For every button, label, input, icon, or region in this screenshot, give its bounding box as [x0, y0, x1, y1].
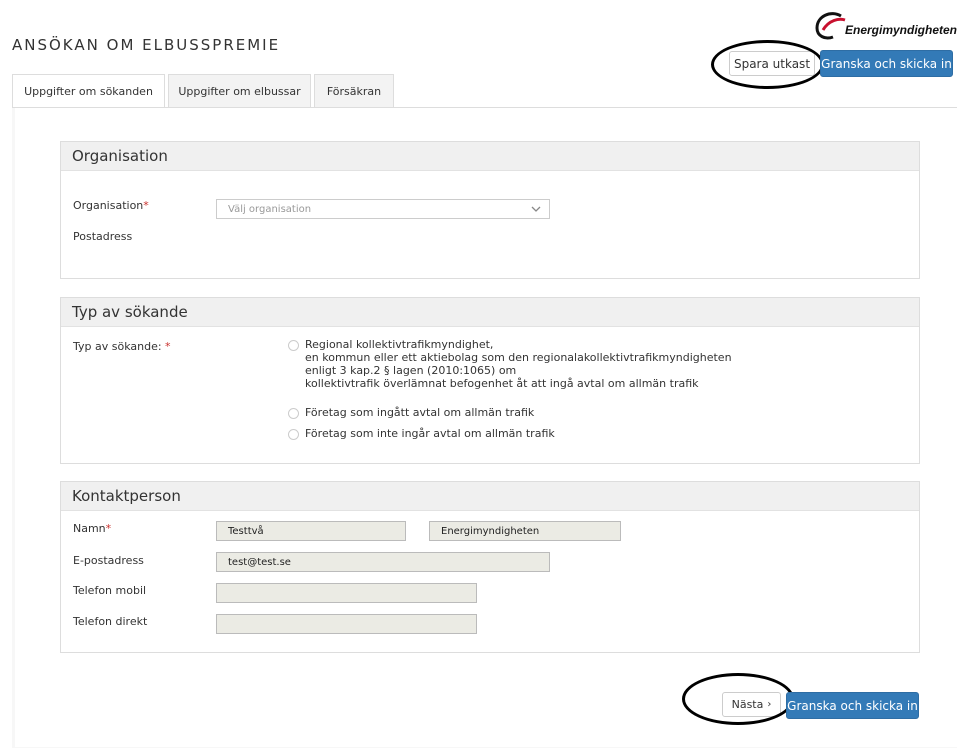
required-marker: *	[143, 199, 149, 212]
first-name-input[interactable]: Testtvå	[216, 521, 406, 541]
email-label: E-postadress	[73, 554, 144, 567]
name-label: Namn*	[73, 522, 111, 535]
contact-heading: Kontaktperson	[61, 482, 919, 511]
tab-label: Uppgifter om elbussar	[178, 84, 301, 98]
organisation-select[interactable]: Välj organisation	[216, 199, 550, 219]
tab-applicant-info[interactable]: Uppgifter om sökanden	[12, 74, 165, 108]
postal-address-label: Postadress	[73, 230, 133, 243]
organisation-label: Organisation*	[73, 199, 149, 212]
review-submit-button-bottom[interactable]: Granska och skicka in	[786, 692, 919, 719]
option-line: kollektivtrafik överlämnat befogenhet åt…	[305, 377, 699, 390]
applicant-type-label-text: Typ av sökande:	[73, 340, 166, 353]
next-button-label: Nästa	[731, 698, 764, 711]
tab-label: Uppgifter om sökanden	[24, 85, 153, 98]
tab-label: Försäkran	[326, 84, 382, 98]
radio-regional-authority[interactable]	[288, 340, 299, 351]
radio-company-without-agreement[interactable]	[288, 429, 299, 440]
direct-phone-label: Telefon direkt	[73, 615, 148, 628]
organisation-select-placeholder: Välj organisation	[228, 203, 312, 215]
option-line: en kommun eller ett aktiebolag som den r…	[305, 351, 732, 364]
applicant-type-heading: Typ av sökande	[61, 298, 919, 327]
next-button[interactable]: Nästa ›	[722, 692, 781, 717]
mobile-phone-input[interactable]	[216, 583, 477, 603]
page-title: ANSÖKAN OM ELBUSSPREMIE	[12, 36, 281, 54]
radio-regional-authority-label: Regional kollektivtrafikmyndighet, en ko…	[305, 338, 732, 390]
organisation-heading: Organisation	[61, 142, 919, 171]
energimyndigheten-logo: Energimyndigheten	[813, 10, 957, 44]
save-draft-label: Spara utkast	[733, 56, 811, 71]
chevron-right-icon: ›	[767, 699, 772, 710]
save-draft-button[interactable]: Spara utkast	[729, 51, 815, 76]
radio-company-with-agreement[interactable]	[288, 408, 299, 419]
last-name-input[interactable]: Energimyndigheten	[429, 521, 621, 541]
name-label-text: Namn	[73, 522, 106, 535]
radio-company-with-agreement-label: Företag som ingått avtal om allmän trafi…	[305, 406, 535, 419]
chevron-down-icon	[531, 206, 541, 212]
tab-declaration[interactable]: Försäkran	[314, 74, 394, 107]
option-line: enligt 3 kap.2 § lagen (2010:1065) om	[305, 364, 517, 377]
required-marker: *	[165, 340, 171, 353]
logo-swoosh-icon	[815, 12, 846, 40]
mobile-phone-label: Telefon mobil	[73, 584, 147, 597]
review-submit-button-top[interactable]: Granska och skicka in	[820, 50, 953, 77]
review-submit-label: Granska och skicka in	[821, 56, 952, 71]
email-input[interactable]: test@test.se	[216, 552, 550, 572]
required-marker: *	[105, 522, 112, 535]
direct-phone-input[interactable]	[216, 614, 477, 634]
review-submit-label: Granska och skicka in	[787, 698, 918, 713]
logo-text: Energimyndigheten	[845, 23, 957, 37]
radio-company-without-agreement-label: Företag som inte ingår avtal om allmän t…	[305, 427, 555, 440]
tab-bus-info[interactable]: Uppgifter om elbussar	[168, 74, 311, 107]
option-line: Regional kollektivtrafikmyndighet,	[305, 338, 494, 351]
applicant-type-label: Typ av sökande: *	[73, 340, 171, 353]
organisation-label-text: Organisation	[73, 199, 144, 212]
